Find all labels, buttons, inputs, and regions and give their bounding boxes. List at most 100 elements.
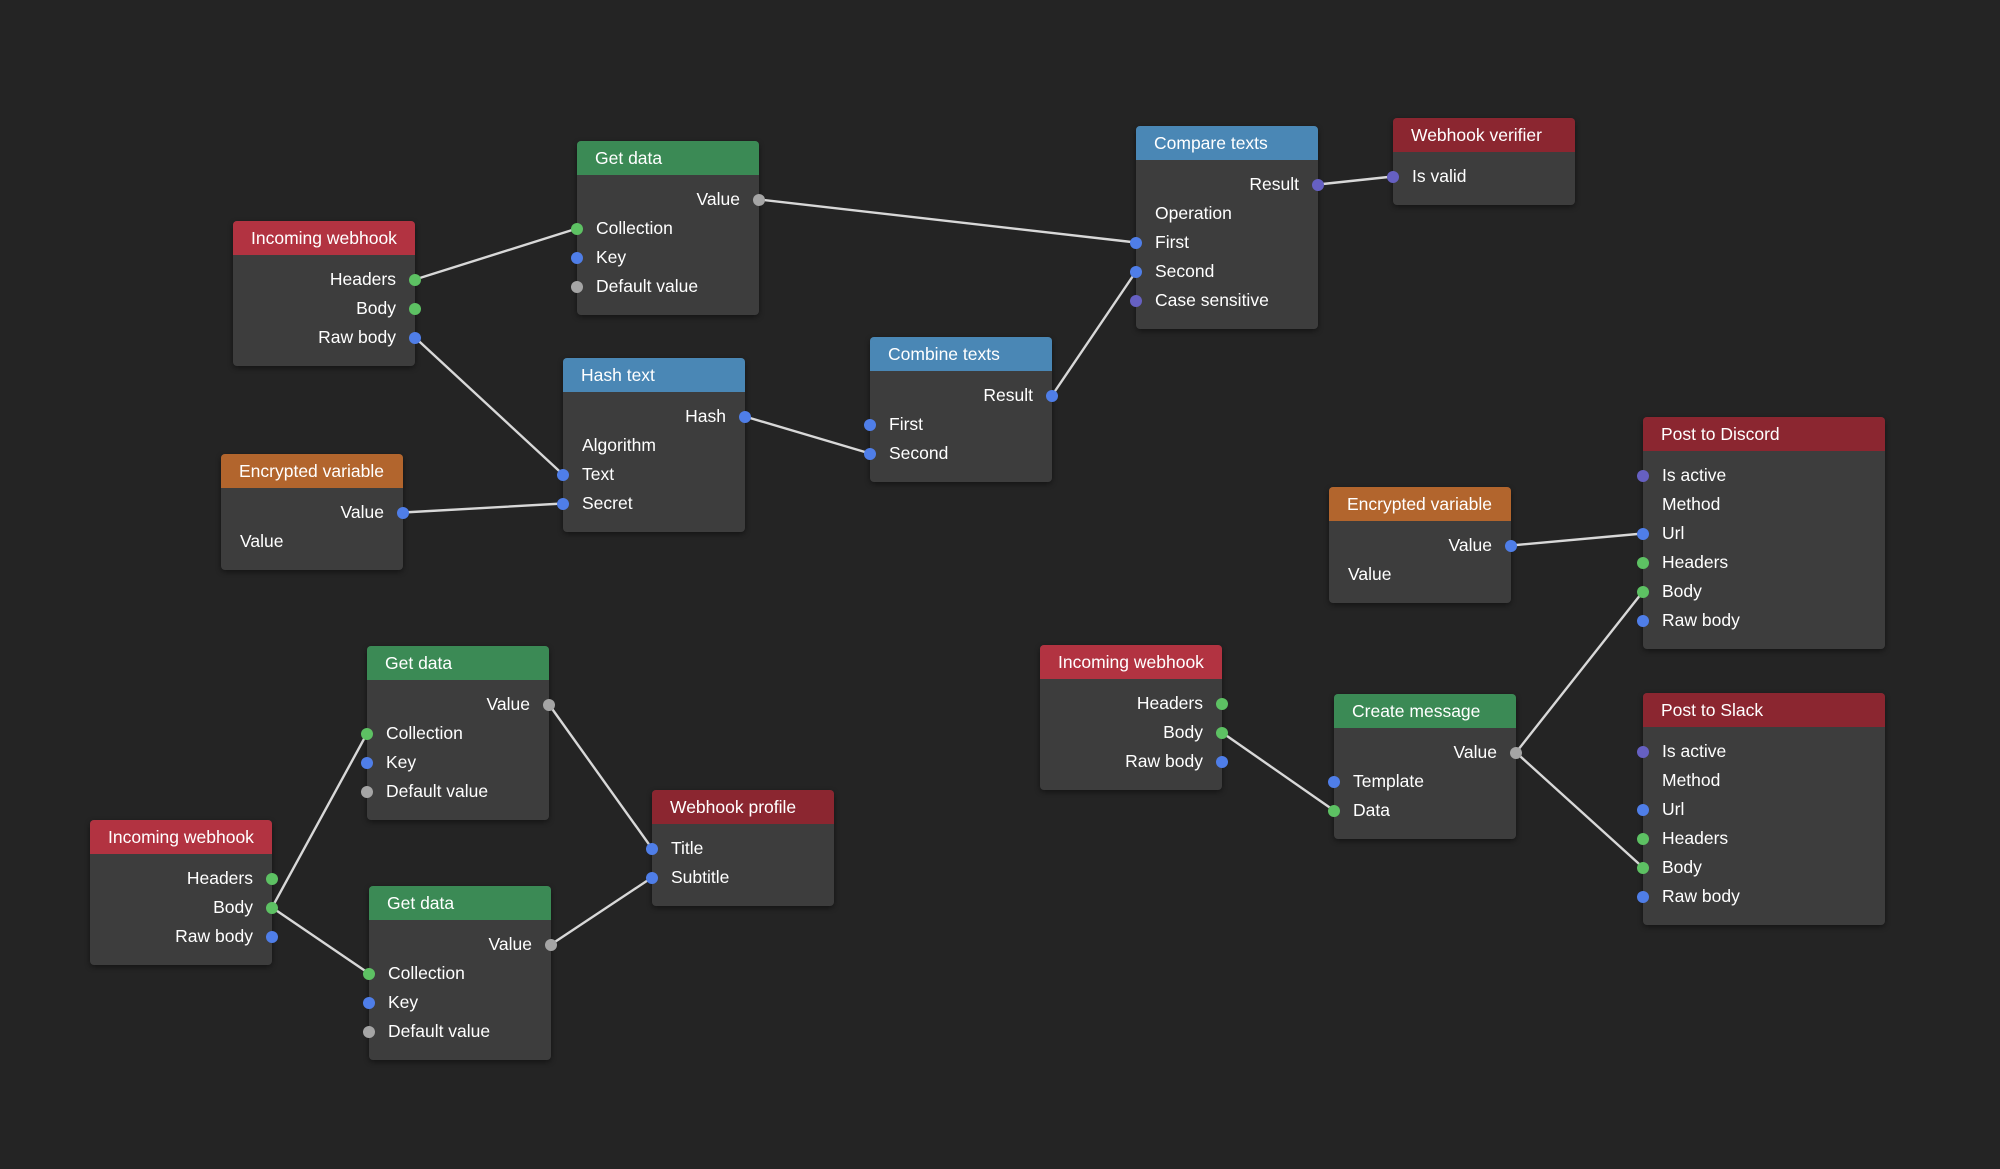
input-port-icon[interactable] [571, 252, 583, 264]
node-get-data-2[interactable]: Get data Value Collection Key Default value [361, 646, 555, 820]
output-port-icon[interactable] [545, 939, 557, 951]
input-port-icon[interactable] [363, 997, 375, 1009]
output-port-icon[interactable] [409, 332, 421, 344]
node-compare-texts[interactable]: Compare texts Result Operation First Second C… [1130, 126, 1324, 329]
wire-encrypted-variable-1-to-hash-text[interactable] [401, 502, 565, 514]
field-row[interactable]: Operation [1136, 199, 1318, 228]
node-title[interactable]: Combine texts [870, 337, 1052, 371]
node-title[interactable]: Incoming webhook [90, 820, 272, 854]
node-title[interactable]: Post to Discord [1643, 417, 1885, 451]
node-title[interactable]: Incoming webhook [1040, 645, 1222, 679]
input-port-icon[interactable] [1637, 528, 1649, 540]
input-port-icon[interactable] [571, 281, 583, 293]
input-port-icon[interactable] [557, 498, 569, 510]
node-title[interactable]: Encrypted variable [1329, 487, 1511, 521]
input-port-icon[interactable] [363, 1026, 375, 1038]
output-port-icon[interactable] [1216, 756, 1228, 768]
node-webhook-profile[interactable]: Webhook profile Title Subtitle [646, 790, 834, 906]
node-post-to-slack[interactable]: Post to Slack Is active Method Url Headers Bo… [1637, 693, 1885, 925]
output-port-icon[interactable] [409, 274, 421, 286]
input-port-icon[interactable] [1637, 557, 1649, 569]
wire-incoming-webhook-3-to-create-message[interactable] [1220, 731, 1336, 812]
output-port-icon[interactable] [409, 303, 421, 315]
input-port-icon[interactable] [864, 448, 876, 460]
wire-create-message-to-post-to-slack[interactable] [1514, 751, 1645, 869]
field-row[interactable]: Value [1329, 560, 1511, 589]
output-port-icon[interactable] [1510, 747, 1522, 759]
field-row[interactable]: Method [1643, 490, 1885, 519]
input-port-icon[interactable] [1637, 862, 1649, 874]
output-port-icon[interactable] [1046, 390, 1058, 402]
input-port-icon[interactable] [571, 223, 583, 235]
node-encrypted-variable-1[interactable]: Encrypted variable Value Value [221, 454, 409, 570]
input-port-icon[interactable] [1130, 266, 1142, 278]
node-incoming-webhook-3[interactable]: Incoming webhook Headers Body Raw body [1040, 645, 1228, 790]
node-title[interactable]: Webhook profile [652, 790, 834, 824]
input-port-icon[interactable] [557, 469, 569, 481]
node-title[interactable]: Get data [577, 141, 759, 175]
input-port-icon[interactable] [361, 757, 373, 769]
input-port-icon[interactable] [1637, 470, 1649, 482]
input-port-icon[interactable] [1637, 615, 1649, 627]
output-port-icon[interactable] [1312, 179, 1324, 191]
input-port-icon[interactable] [1387, 171, 1399, 183]
wire-get-data-3-to-webhook-profile[interactable] [549, 876, 654, 946]
node-title[interactable]: Hash text [563, 358, 745, 392]
node-webhook-verifier[interactable]: Webhook verifier Is valid [1387, 118, 1575, 205]
field-row[interactable]: Value [221, 527, 403, 556]
output-port-icon[interactable] [753, 194, 765, 206]
field-row[interactable]: Method [1643, 766, 1885, 795]
node-incoming-webhook-1[interactable]: Incoming webhook Headers Body Raw body [233, 221, 421, 366]
input-port-icon[interactable] [1130, 237, 1142, 249]
input-port-icon[interactable] [363, 968, 375, 980]
node-title[interactable]: Compare texts [1136, 126, 1318, 160]
wire-incoming-webhook-2-to-get-data-3[interactable] [270, 906, 371, 975]
wire-create-message-to-post-to-discord[interactable] [1514, 590, 1645, 754]
wire-incoming-webhook-1-to-get-data-1[interactable] [413, 227, 579, 281]
wire-hash-text-to-combine-texts[interactable] [743, 415, 872, 455]
output-port-icon[interactable] [397, 507, 409, 519]
input-port-icon[interactable] [1328, 776, 1340, 788]
output-port-icon[interactable] [1216, 698, 1228, 710]
node-encrypted-variable-2[interactable]: Encrypted variable Value Value [1329, 487, 1517, 603]
field-row[interactable]: Algorithm [563, 431, 745, 460]
node-title[interactable]: Post to Slack [1643, 693, 1885, 727]
node-get-data-1[interactable]: Get data Value Collection Key Default value [571, 141, 765, 315]
input-port-icon[interactable] [1130, 295, 1142, 307]
input-port-icon[interactable] [1637, 804, 1649, 816]
output-port-icon[interactable] [1216, 727, 1228, 739]
wire-compare-texts-to-webhook-verifier[interactable] [1316, 175, 1395, 186]
node-create-message[interactable]: Create message Value Template Data [1328, 694, 1522, 839]
node-hash-text[interactable]: Hash text Hash Algorithm Text Secret [557, 358, 751, 532]
output-port-icon[interactable] [266, 873, 278, 885]
wire-encrypted-variable-2-to-post-to-discord[interactable] [1509, 532, 1645, 547]
wire-combine-texts-to-compare-texts[interactable] [1050, 270, 1138, 397]
input-port-icon[interactable] [361, 786, 373, 798]
input-port-icon[interactable] [1637, 833, 1649, 845]
input-port-icon[interactable] [1328, 805, 1340, 817]
wire-get-data-1-to-compare-texts[interactable] [757, 198, 1138, 244]
node-title[interactable]: Incoming webhook [233, 221, 415, 255]
node-title[interactable]: Get data [369, 886, 551, 920]
output-port-icon[interactable] [266, 902, 278, 914]
node-combine-texts[interactable]: Combine texts Result First Second [864, 337, 1058, 482]
node-incoming-webhook-2[interactable]: Incoming webhook Headers Body Raw body [90, 820, 278, 965]
input-port-icon[interactable] [646, 872, 658, 884]
output-port-icon[interactable] [266, 931, 278, 943]
node-get-data-3[interactable]: Get data Value Collection Key Default value [363, 886, 557, 1060]
output-port-icon[interactable] [739, 411, 751, 423]
input-port-icon[interactable] [1637, 746, 1649, 758]
input-port-icon[interactable] [646, 843, 658, 855]
node-title[interactable]: Create message [1334, 694, 1516, 728]
output-port-icon[interactable] [543, 699, 555, 711]
output-port-icon[interactable] [1505, 540, 1517, 552]
node-editor-canvas[interactable]: Incoming webhook Headers Body Raw body Get d… [0, 0, 2000, 1169]
input-port-icon[interactable] [361, 728, 373, 740]
node-title[interactable]: Encrypted variable [221, 454, 403, 488]
node-post-to-discord[interactable]: Post to Discord Is active Method Url Headers… [1637, 417, 1885, 649]
node-title[interactable]: Get data [367, 646, 549, 680]
wire-get-data-2-to-webhook-profile[interactable] [547, 703, 654, 850]
wire-incoming-webhook-2-to-get-data-2[interactable] [270, 732, 369, 909]
node-title[interactable]: Webhook verifier [1393, 118, 1575, 152]
wire-incoming-webhook-1-to-hash-text[interactable] [413, 336, 565, 476]
